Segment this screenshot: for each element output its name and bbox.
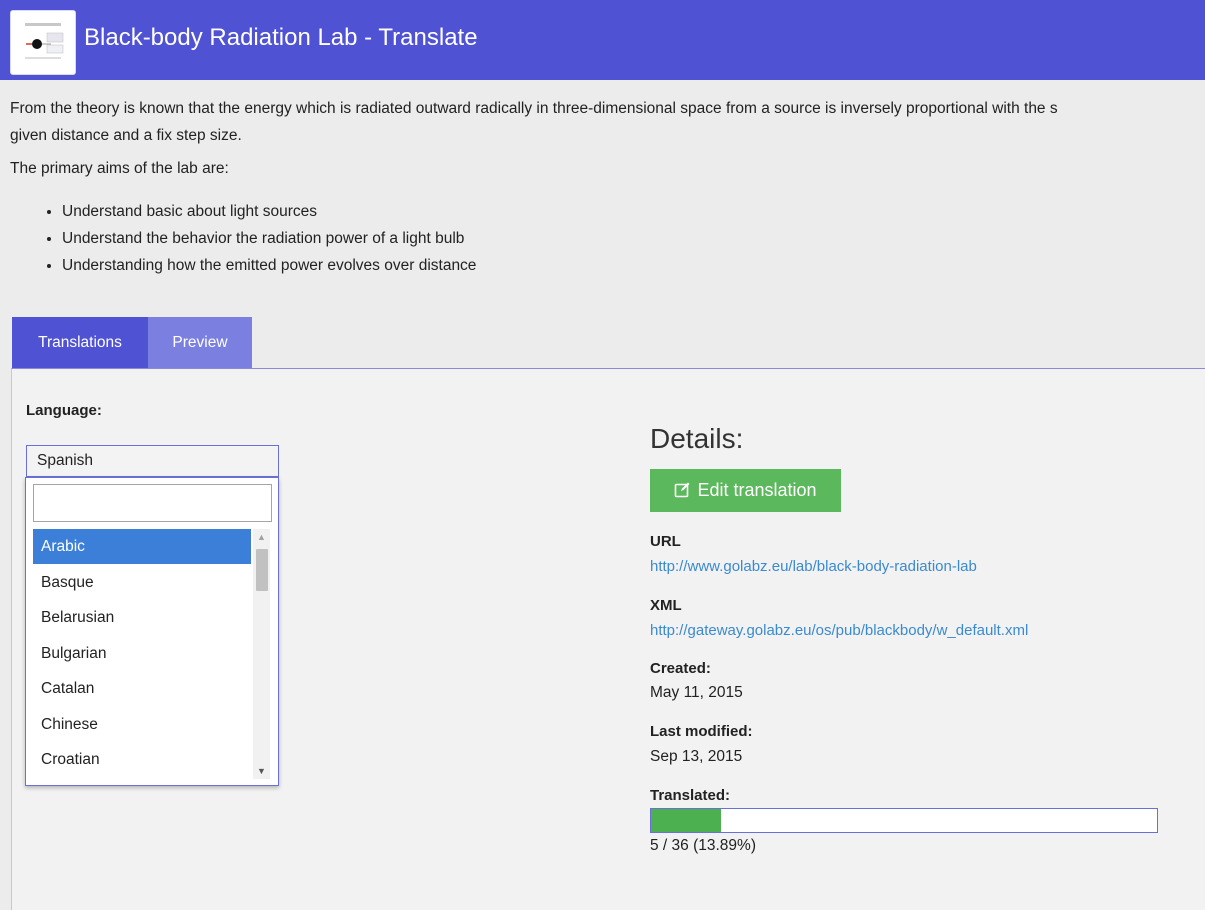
- created-value: May 11, 2015: [650, 684, 743, 701]
- xml-label: XML: [650, 597, 682, 614]
- language-option-basque[interactable]: Basque: [33, 565, 251, 600]
- language-label: Language:: [26, 402, 102, 419]
- scroll-down-icon[interactable]: ▼: [253, 763, 270, 779]
- list-item: Understand the behavior the radiation po…: [62, 225, 476, 252]
- intro-text: From the theory is known that the energy…: [10, 95, 1205, 149]
- translation-progress-text: 5 / 36 (13.89%): [650, 837, 756, 854]
- translated-label: Translated:: [650, 787, 731, 804]
- scrollbar-thumb[interactable]: [256, 549, 268, 591]
- intro-line-1: From the theory is known that the energy…: [10, 100, 1058, 117]
- last-modified-label: Last modified:: [650, 723, 753, 740]
- scroll-up-icon[interactable]: ▲: [253, 529, 270, 545]
- aims-heading: The primary aims of the lab are:: [10, 160, 229, 177]
- edit-translation-button[interactable]: Edit translation: [650, 469, 841, 512]
- language-option-belarusian[interactable]: Belarusian: [33, 600, 251, 635]
- language-options-list: Arabic Basque Belarusian Bulgarian Catal…: [33, 529, 251, 779]
- language-search-input[interactable]: [33, 484, 272, 522]
- language-option-arabic[interactable]: Arabic: [33, 529, 251, 564]
- lab-thumbnail-icon: [10, 10, 76, 75]
- language-dropdown: Arabic Basque Belarusian Bulgarian Catal…: [25, 477, 279, 786]
- edit-icon: [675, 482, 690, 498]
- app-header: Black-body Radiation Lab - Translate: [0, 0, 1205, 80]
- language-option-catalan[interactable]: Catalan: [33, 671, 251, 706]
- tab-preview[interactable]: Preview: [148, 317, 252, 368]
- translation-progress-fill: [651, 809, 722, 832]
- url-link[interactable]: http://www.golabz.eu/lab/black-body-radi…: [650, 558, 977, 575]
- language-option-croatian[interactable]: Croatian: [33, 742, 251, 777]
- details-heading: Details:: [650, 423, 744, 454]
- created-label: Created:: [650, 660, 711, 677]
- translation-progress-bar: [650, 808, 1158, 833]
- url-label: URL: [650, 533, 681, 550]
- language-option-chinese[interactable]: Chinese: [33, 707, 251, 742]
- list-item: Understanding how the emitted power evol…: [62, 252, 476, 279]
- edit-translation-label: Edit translation: [697, 480, 817, 500]
- language-option-bulgarian[interactable]: Bulgarian: [33, 636, 251, 671]
- xml-link[interactable]: http://gateway.golabz.eu/os/pub/blackbod…: [650, 622, 1028, 639]
- aims-list: Understand basic about light sources Und…: [30, 198, 476, 279]
- language-select[interactable]: Spanish: [26, 445, 279, 477]
- last-modified-value: Sep 13, 2015: [650, 748, 743, 765]
- tab-translations[interactable]: Translations: [12, 317, 148, 368]
- intro-line-2: given distance and a fix step size.: [10, 127, 242, 144]
- dropdown-scrollbar[interactable]: ▲ ▼: [253, 529, 270, 779]
- list-item: Understand basic about light sources: [62, 198, 476, 225]
- page-title: Black-body Radiation Lab - Translate: [84, 24, 478, 51]
